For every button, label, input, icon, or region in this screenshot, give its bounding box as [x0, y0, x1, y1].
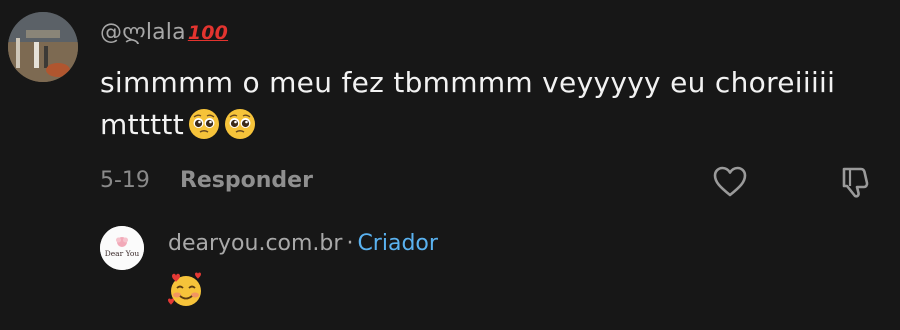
logo-text: Dear You — [105, 249, 140, 258]
thumbs-down-icon — [842, 167, 869, 198]
dearyou-logo-icon: Dear You — [100, 226, 144, 270]
pleading-face-icon — [224, 108, 256, 152]
comment-body: simmmm o meu fez tbmmmm veyyyyy eu chore… — [100, 62, 860, 152]
pleading-face-icon — [188, 108, 220, 152]
creator-avatar[interactable]: Dear You — [100, 226, 144, 270]
creator-badge: Criador — [357, 231, 438, 256]
comment-meta: 5-19 Responder — [100, 168, 313, 193]
dislike-button[interactable] — [834, 162, 874, 202]
reply-author-line: dearyou.com.br · Criador — [168, 231, 438, 256]
commenter-avatar[interactable] — [8, 12, 78, 82]
hundred-points-icon: 100 — [187, 22, 229, 44]
smiling-face-with-hearts-icon — [166, 270, 206, 310]
comment-date: 5-19 — [100, 168, 150, 193]
separator-dot: · — [346, 231, 354, 256]
heart-icon — [713, 166, 747, 197]
reply-author-name[interactable]: dearyou.com.br — [168, 231, 342, 256]
comment-thread: @ლlala 100 simmmm o meu fez tbmmmm veyyyy… — [0, 0, 900, 330]
commenter-username[interactable]: @ლlala 100 — [100, 20, 228, 45]
reply-button[interactable]: Responder — [180, 168, 313, 193]
avatar-photo-icon — [8, 12, 78, 82]
username-text: @ლlala — [100, 20, 186, 45]
like-button[interactable] — [710, 162, 750, 202]
